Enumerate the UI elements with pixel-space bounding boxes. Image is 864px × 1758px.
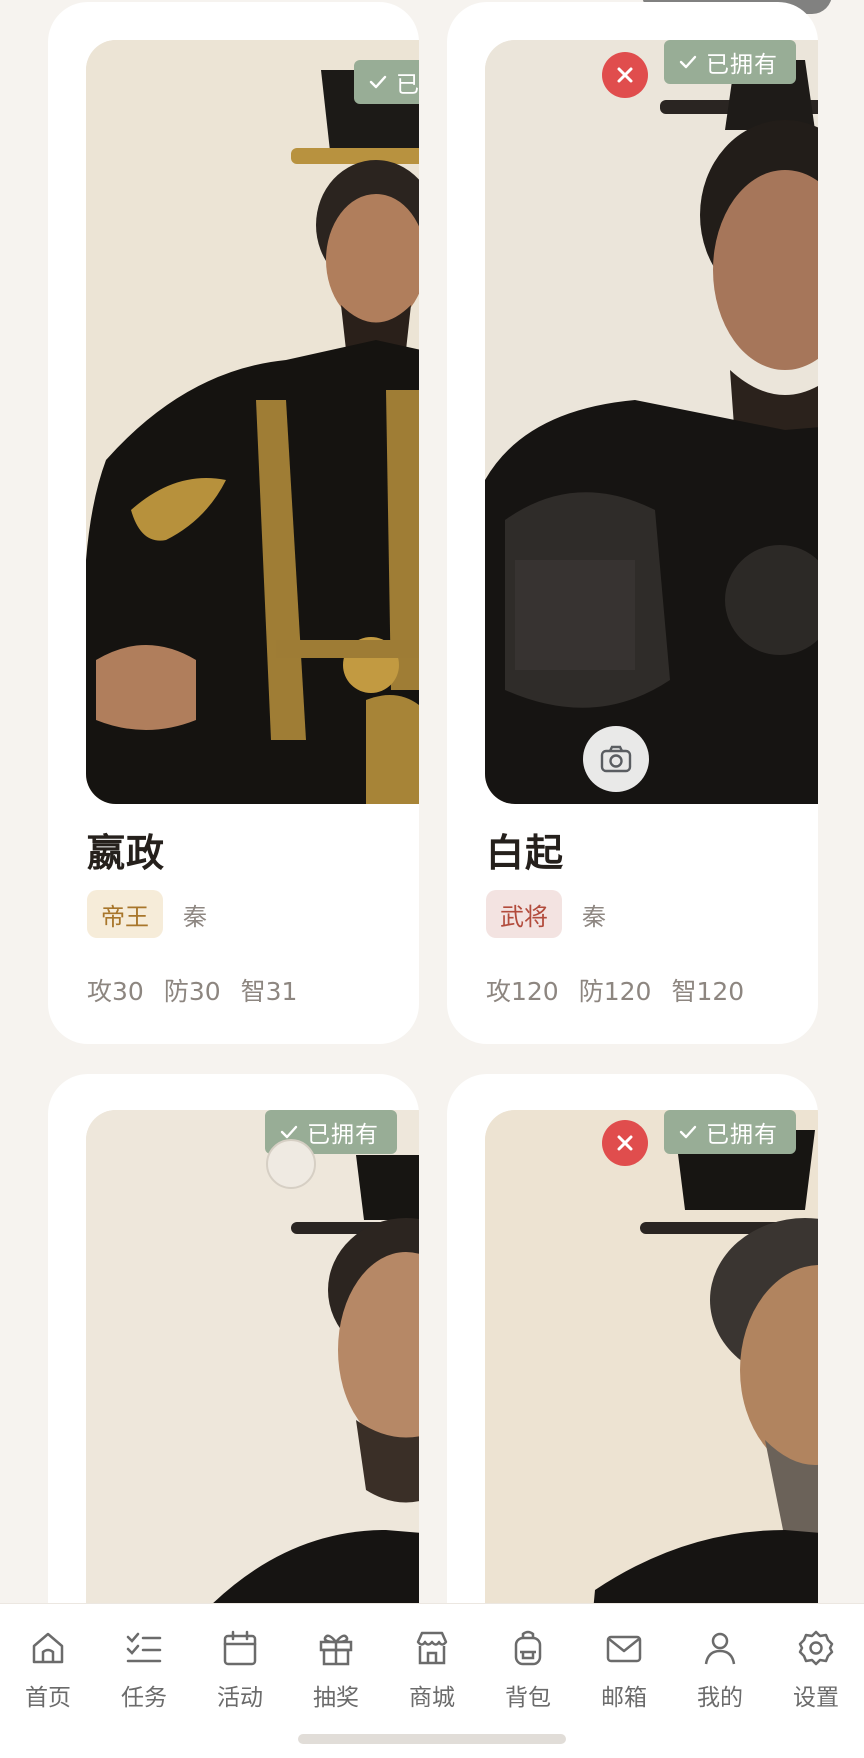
defense-stat: 防120 xyxy=(578,977,652,1006)
camera-button[interactable] xyxy=(583,726,649,792)
nav-label: 背包 xyxy=(505,1685,551,1711)
faction-label: 秦 xyxy=(582,902,606,931)
task-list-icon xyxy=(122,1626,166,1670)
store-icon xyxy=(410,1626,454,1670)
nav-label: 任务 xyxy=(121,1685,167,1711)
defense-stat: 防30 xyxy=(163,977,221,1006)
owned-label: 已拥有 xyxy=(396,72,419,98)
home-indicator[interactable] xyxy=(298,1734,566,1744)
select-checkbox[interactable] xyxy=(266,1139,316,1189)
calendar-icon xyxy=(218,1626,262,1670)
character-grid: 已拥有 嬴政 帝王 秦 攻30 防30 智31 xyxy=(0,0,864,1603)
owned-badge: 已拥有 xyxy=(664,1110,796,1154)
portrait-figure xyxy=(86,1110,419,1603)
role-tag: 武将 xyxy=(486,890,562,938)
nav-item-tasks[interactable]: 任务 xyxy=(96,1626,192,1712)
nav-label: 邮箱 xyxy=(601,1685,647,1711)
nav-label: 活动 xyxy=(217,1685,263,1711)
camera-icon xyxy=(600,745,632,773)
character-name: 嬴政 xyxy=(87,831,166,875)
attack-stat: 攻30 xyxy=(87,977,144,1006)
home-icon xyxy=(26,1626,70,1670)
nav-label: 我的 xyxy=(697,1685,743,1711)
nav-label: 商城 xyxy=(409,1685,455,1711)
faction-label: 秦 xyxy=(183,902,207,931)
stats-row: 攻30 防30 智31 xyxy=(87,972,297,1008)
user-icon xyxy=(698,1626,742,1670)
bottom-nav-items: 首页 任务 活动 抽奖 商城 背包 邮箱 我的 设置 xyxy=(0,1626,864,1712)
remove-button[interactable] xyxy=(602,1120,648,1166)
tag-row: 武将 秦 xyxy=(486,890,606,938)
remove-button[interactable] xyxy=(602,52,648,98)
character-portrait: 已拥有 xyxy=(86,40,419,804)
close-icon xyxy=(617,67,633,83)
nav-label: 抽奖 xyxy=(313,1685,359,1711)
portrait-figure xyxy=(86,40,419,804)
character-card[interactable]: 已拥有 嬴政 帝王 秦 攻30 防30 智31 xyxy=(48,2,419,1044)
nav-item-store[interactable]: 商城 xyxy=(384,1626,480,1712)
nav-item-activities[interactable]: 活动 xyxy=(192,1626,288,1712)
stats-row: 攻120 防120 智120 xyxy=(486,972,744,1008)
gift-icon xyxy=(314,1626,358,1670)
portrait-figure xyxy=(485,40,818,804)
nav-item-settings[interactable]: 设置 xyxy=(768,1626,864,1712)
nav-label: 首页 xyxy=(25,1685,71,1711)
attack-stat: 攻120 xyxy=(486,977,559,1006)
nav-item-mailbox[interactable]: 邮箱 xyxy=(576,1626,672,1712)
nav-item-lottery[interactable]: 抽奖 xyxy=(288,1626,384,1712)
character-portrait: 已拥有 xyxy=(485,1110,818,1603)
role-tag: 帝王 xyxy=(87,890,163,938)
character-card[interactable]: 已拥有 xyxy=(48,1074,419,1603)
check-icon xyxy=(679,1125,697,1139)
character-portrait: 已拥有 xyxy=(485,40,818,804)
character-card[interactable]: 已拥有 xyxy=(447,1074,818,1603)
nav-item-profile[interactable]: 我的 xyxy=(672,1626,768,1712)
tag-row: 帝王 秦 xyxy=(87,890,207,938)
nav-item-home[interactable]: 首页 xyxy=(0,1626,96,1712)
intelligence-stat: 智31 xyxy=(240,977,298,1006)
backpack-icon xyxy=(506,1626,550,1670)
gear-icon xyxy=(794,1626,838,1670)
check-icon xyxy=(679,55,697,69)
owned-badge: 已拥有 xyxy=(664,40,796,84)
nav-label: 设置 xyxy=(793,1685,839,1711)
intelligence-stat: 智120 xyxy=(671,977,745,1006)
owned-badge: 已拥有 xyxy=(354,60,419,104)
close-icon xyxy=(617,1135,633,1151)
owned-label: 已拥有 xyxy=(706,52,778,78)
bottom-nav: 首页 任务 活动 抽奖 商城 背包 邮箱 我的 设置 xyxy=(0,1603,864,1758)
character-portrait: 已拥有 xyxy=(86,1110,419,1603)
owned-label: 已拥有 xyxy=(706,1122,778,1148)
character-name: 白起 xyxy=(486,831,565,875)
nav-item-backpack[interactable]: 背包 xyxy=(480,1626,576,1712)
mail-icon xyxy=(602,1626,646,1670)
owned-label: 已拥有 xyxy=(307,1122,379,1148)
character-card[interactable]: 已拥有 白起 武将 秦 攻120 防120 智120 xyxy=(447,2,818,1044)
check-icon xyxy=(369,75,387,89)
portrait-figure xyxy=(485,1110,818,1603)
